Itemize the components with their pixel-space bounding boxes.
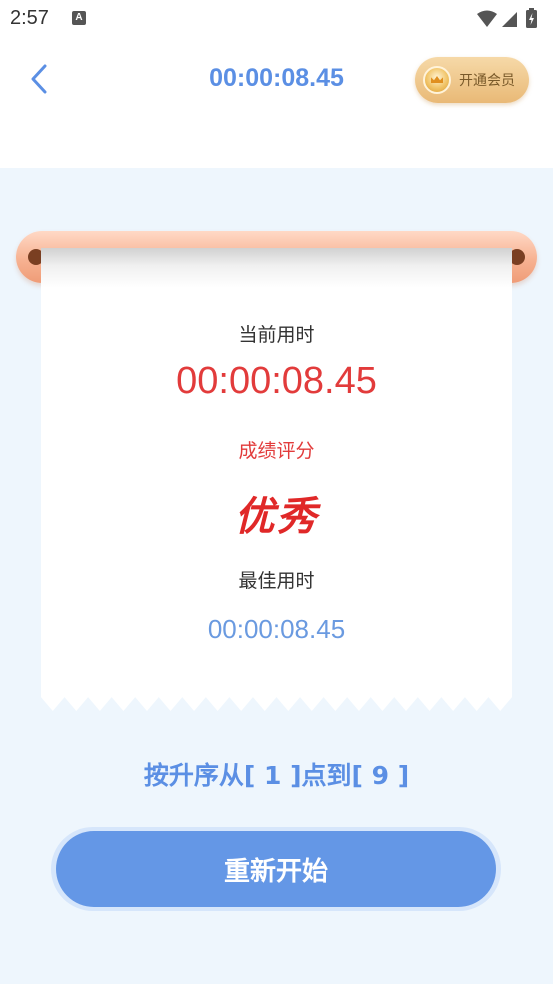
screen: 2:57 A 00:00:08.45 开通会员 当前用时 00:00:08.45… (0, 0, 553, 984)
a-notification-icon: A (72, 11, 86, 25)
status-bar: 2:57 A (0, 0, 553, 40)
score-value: 优秀 (234, 493, 319, 540)
best-time-value: 00:00:08.45 (207, 614, 346, 644)
instruction-text: 按升序从[ 1 ]点到[ 9 ] (143, 761, 410, 790)
status-icons (475, 8, 541, 30)
status-time: 2:57 (10, 7, 49, 29)
vip-crown-icon (423, 66, 451, 94)
main-area: 当前用时 00:00:08.45 成绩评分 优秀 最佳用时 00:00:08.4… (0, 168, 553, 984)
result-content: 当前用时 00:00:08.45 成绩评分 优秀 最佳用时 00:00:08.4… (41, 168, 512, 768)
best-time-label: 最佳用时 (238, 570, 315, 592)
current-time-label: 当前用时 (238, 324, 315, 346)
wifi-icon (477, 10, 497, 27)
vip-label: 开通会员 (459, 73, 515, 89)
vip-button[interactable]: 开通会员 (415, 57, 529, 103)
score-label: 成绩评分 (238, 440, 315, 462)
battery-charging-icon (526, 8, 537, 28)
current-time-value: 00:00:08.45 (176, 360, 377, 402)
app-header: 00:00:08.45 开通会员 (0, 40, 553, 168)
restart-button[interactable]: 重新开始 (56, 831, 496, 907)
signal-icon (502, 12, 517, 27)
